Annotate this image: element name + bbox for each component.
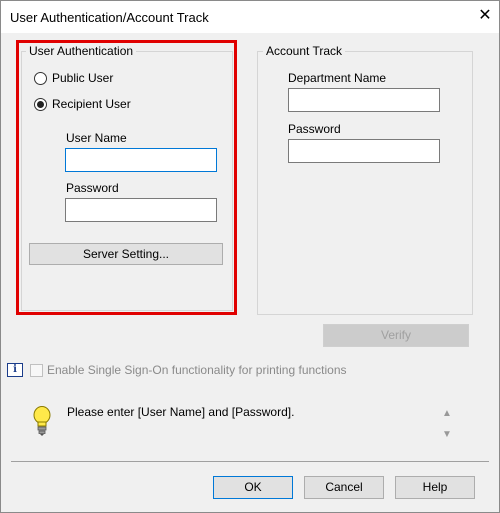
help-button[interactable]: Help bbox=[395, 476, 475, 499]
ok-button[interactable]: OK bbox=[213, 476, 293, 499]
account-password-label: Password bbox=[288, 122, 341, 136]
verify-button[interactable]: Verify bbox=[323, 324, 469, 347]
highlight-frame bbox=[16, 40, 237, 315]
account-track-group-label: Account Track bbox=[263, 44, 346, 58]
cancel-button[interactable]: Cancel bbox=[304, 476, 384, 499]
sso-checkbox[interactable] bbox=[30, 364, 43, 377]
footer-divider bbox=[11, 461, 489, 462]
dialog-window: User Authentication/Account Track ✕ User… bbox=[0, 0, 500, 513]
sso-checkbox-label[interactable]: Enable Single Sign-On functionality for … bbox=[47, 363, 347, 377]
department-name-label: Department Name bbox=[288, 71, 387, 85]
window-title: User Authentication/Account Track bbox=[10, 10, 209, 25]
title-bar: User Authentication/Account Track ✕ bbox=[1, 1, 499, 33]
department-name-field[interactable] bbox=[288, 88, 440, 112]
info-icon: i bbox=[7, 363, 23, 377]
account-password-field[interactable] bbox=[288, 139, 440, 163]
scroll-down-icon[interactable]: ▼ bbox=[442, 429, 452, 440]
lightbulb-icon bbox=[33, 406, 51, 436]
scroll-up-icon[interactable]: ▲ bbox=[442, 408, 452, 419]
close-icon[interactable]: ✕ bbox=[475, 6, 495, 26]
message-text: Please enter [User Name] and [Password]. bbox=[67, 405, 295, 419]
message-panel: Please enter [User Name] and [Password]. bbox=[23, 397, 461, 452]
